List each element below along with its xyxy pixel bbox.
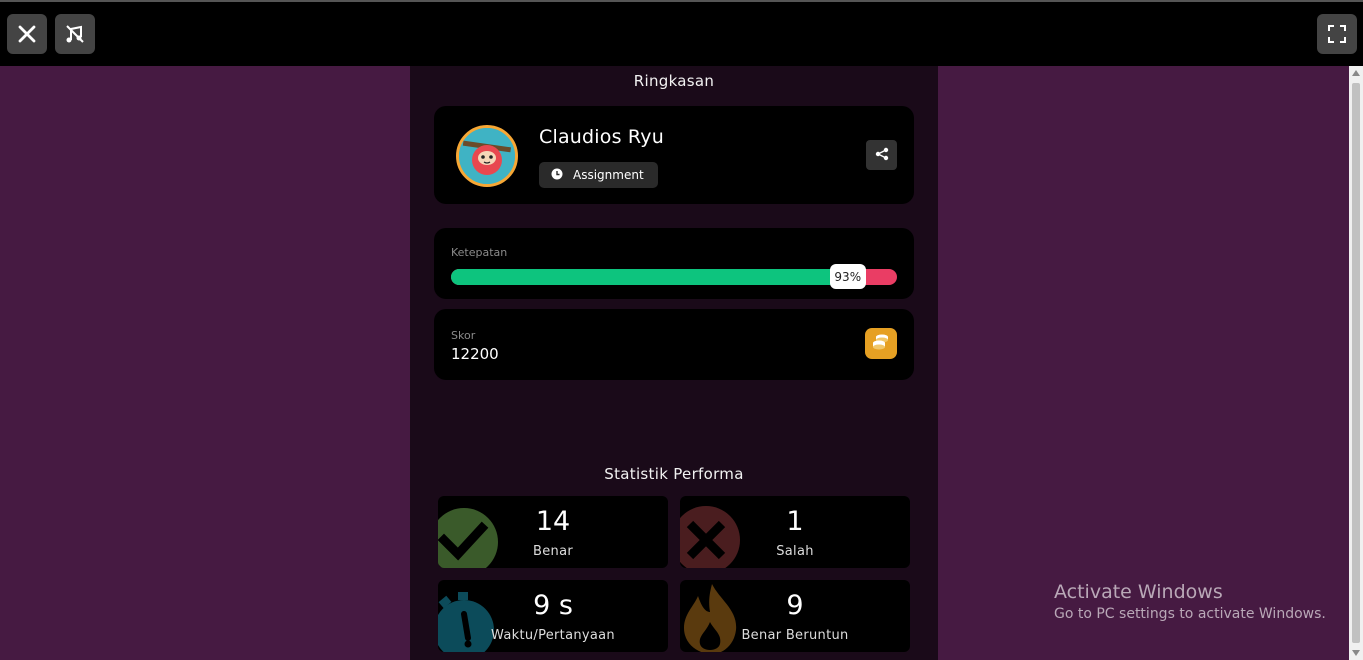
stat-time-per-question: 9 s Waktu/Pertanyaan — [438, 580, 668, 652]
stat-label: Salah — [776, 544, 814, 559]
vertical-scrollbar[interactable] — [1349, 66, 1363, 660]
sloth-avatar-icon — [459, 128, 515, 184]
close-button[interactable] — [7, 14, 47, 54]
accuracy-bar: 93% — [451, 264, 897, 289]
close-icon — [18, 25, 36, 43]
summary-panel: Ringkasan Claudios Ryu Assignment Ketepa… — [410, 66, 938, 660]
clock-icon — [551, 168, 563, 183]
stat-streak: 9 Benar Beruntun — [680, 580, 910, 652]
scrollbar-thumb[interactable] — [1352, 83, 1360, 643]
share-icon — [875, 146, 889, 165]
stat-incorrect: 1 Salah — [680, 496, 910, 568]
scroll-down-arrow-icon[interactable] — [1352, 650, 1360, 656]
scroll-up-arrow-icon[interactable] — [1352, 70, 1360, 76]
music-toggle-button[interactable] — [55, 14, 95, 54]
accuracy-percent-badge: 93% — [829, 264, 866, 289]
music-off-icon — [64, 23, 86, 45]
fullscreen-icon — [1327, 24, 1347, 44]
watermark-title: Activate Windows — [1054, 581, 1223, 603]
stat-value: 14 — [535, 506, 571, 537]
mode-label: Assignment — [573, 168, 644, 182]
performance-title: Statistik Performa — [604, 465, 744, 483]
player-name: Claudios Ryu — [539, 126, 664, 148]
stat-value: 9 s — [533, 590, 573, 621]
player-card: Claudios Ryu Assignment — [434, 106, 914, 204]
coins-button[interactable] — [865, 328, 897, 359]
top-toolbar — [0, 0, 1363, 66]
watermark-subtitle: Go to PC settings to activate Windows. — [1054, 606, 1326, 622]
accuracy-bar-fill — [451, 269, 866, 285]
stat-correct: 14 Benar — [438, 496, 668, 568]
mode-badge: Assignment — [539, 162, 658, 188]
score-value: 12200 — [451, 345, 499, 363]
share-button[interactable] — [866, 140, 897, 170]
stat-value: 1 — [786, 506, 804, 537]
stat-label: Waktu/Pertanyaan — [491, 628, 615, 643]
stat-value: 9 — [786, 590, 804, 621]
accuracy-card: Ketepatan 93% — [434, 228, 914, 299]
fullscreen-button[interactable] — [1317, 14, 1357, 54]
stat-label: Benar Beruntun — [741, 628, 849, 643]
summary-title: Ringkasan — [633, 72, 715, 90]
coins-icon — [871, 333, 891, 355]
score-label: Skor — [451, 329, 476, 342]
stat-label: Benar — [533, 544, 573, 559]
avatar — [456, 125, 518, 187]
windows-activation-watermark: Activate Windows Go to PC settings to ac… — [1054, 581, 1326, 622]
score-card: Skor 12200 — [434, 309, 914, 380]
accuracy-label: Ketepatan — [451, 246, 508, 259]
